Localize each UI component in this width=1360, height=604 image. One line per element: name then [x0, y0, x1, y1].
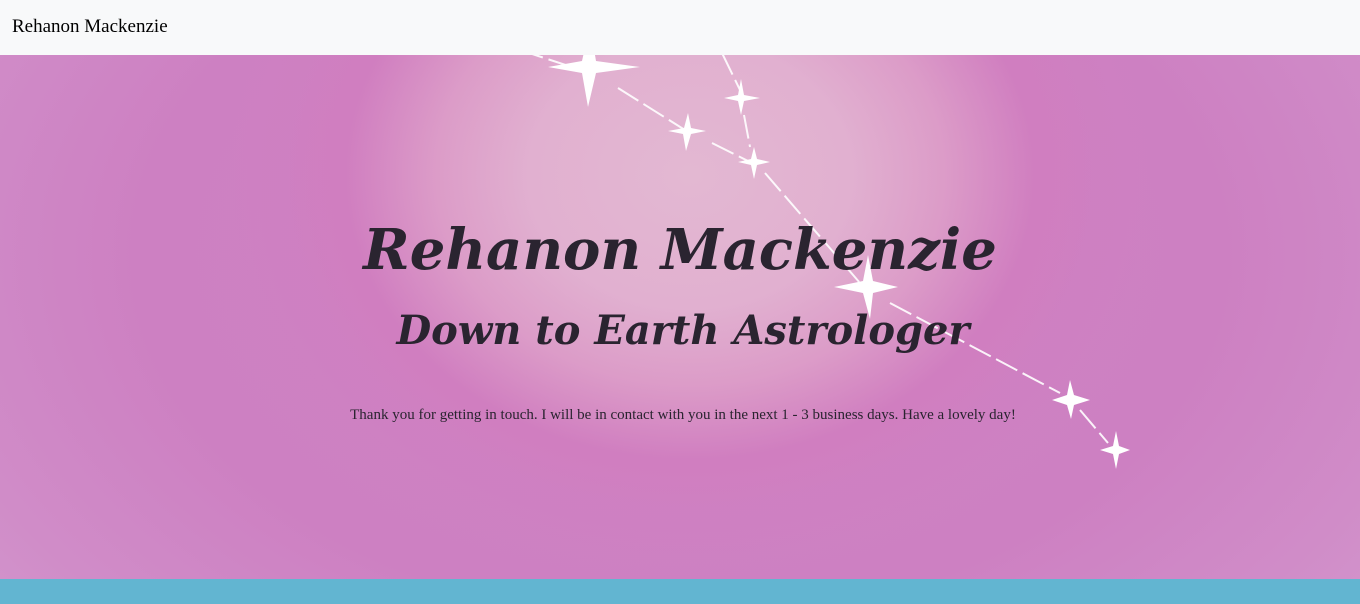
footer-band — [0, 579, 1360, 604]
star-icon — [724, 79, 760, 115]
thank-you-message: Thank you for getting in touch. I will b… — [350, 407, 1016, 423]
hero-section: Rehanon Mackenzie Down to Earth Astrolog… — [0, 55, 1360, 579]
navbar: Rehanon Mackenzie — [0, 0, 1360, 55]
star-icon — [1100, 431, 1130, 469]
hero-title: Rehanon Mackenzie — [363, 217, 997, 283]
navbar-brand-link[interactable]: Rehanon Mackenzie — [12, 16, 168, 38]
star-icon — [668, 113, 706, 151]
hero-subtitle: Down to Earth Astrologer — [396, 307, 970, 354]
